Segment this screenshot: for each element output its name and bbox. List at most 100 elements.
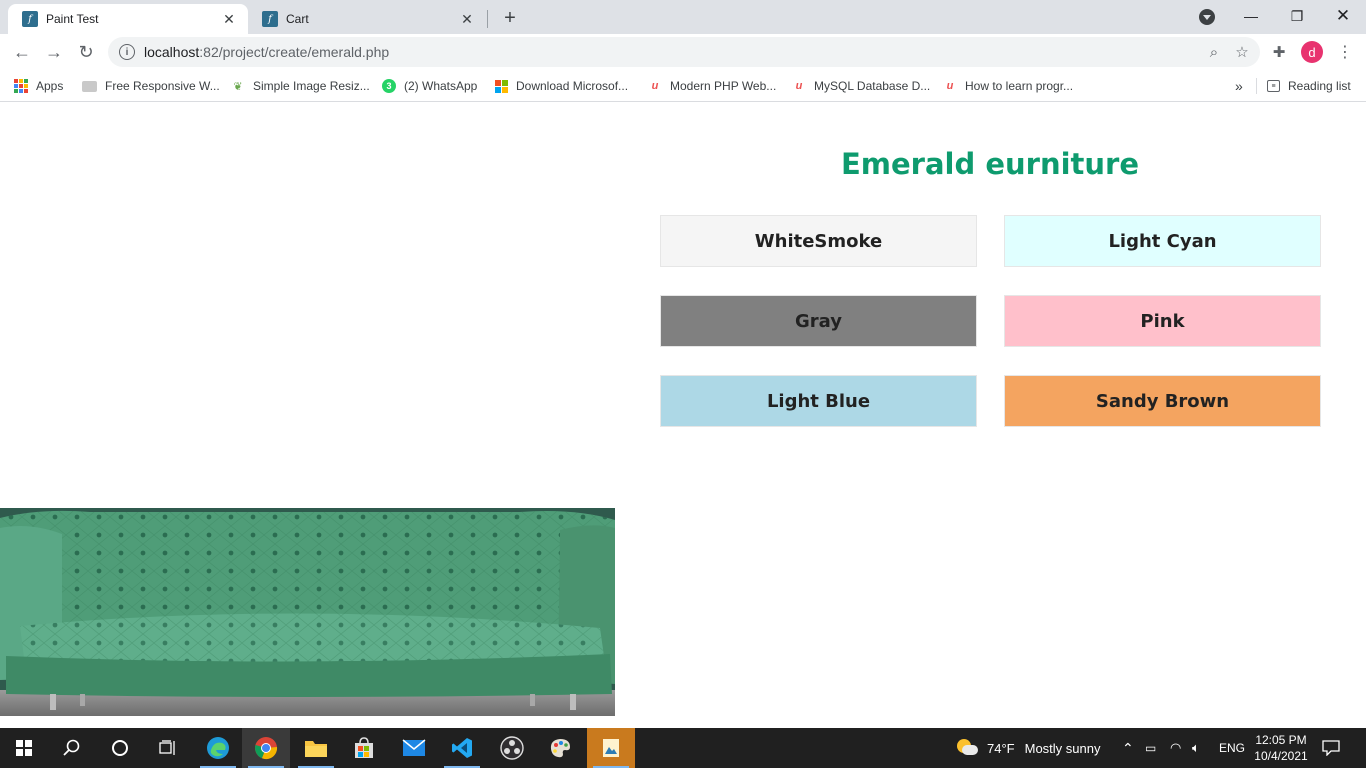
vscode-icon[interactable] bbox=[438, 728, 486, 768]
address-bar[interactable]: i localhost:82/project/create/emerald.ph… bbox=[108, 37, 1260, 67]
battery-icon[interactable]: ▭ bbox=[1145, 728, 1156, 768]
bookmarks-bar: Apps Free Responsive W... ❦ Simple Image… bbox=[0, 70, 1366, 102]
minimize-button[interactable]: — bbox=[1228, 0, 1274, 32]
volume-icon[interactable]: 🔈︎ bbox=[1192, 728, 1200, 768]
show-hidden-icons-chevron-icon[interactable]: ⌃ bbox=[1122, 728, 1134, 768]
bookmark-label: Modern PHP Web... bbox=[670, 79, 777, 93]
site-favicon-icon: f bbox=[22, 11, 38, 27]
sofa-leg bbox=[50, 694, 56, 710]
site-info-icon[interactable]: i bbox=[119, 44, 135, 60]
bookmark-whatsapp[interactable]: 3 (2) WhatsApp bbox=[382, 76, 477, 96]
back-button[interactable]: ← bbox=[8, 38, 36, 66]
bookmark-learn-programming[interactable]: u How to learn progr... bbox=[943, 76, 1073, 96]
sofa-leg bbox=[80, 694, 85, 706]
new-tab-button[interactable]: + bbox=[498, 6, 522, 30]
wifi-icon[interactable]: ◠ bbox=[1170, 728, 1181, 768]
bookmark-label: (2) WhatsApp bbox=[404, 79, 478, 93]
cortana-icon[interactable] bbox=[96, 728, 144, 768]
udemy-icon: u bbox=[946, 80, 954, 92]
tab-strip: f Paint Test ✕ f Cart ✕ + — ❐ ✕ bbox=[0, 0, 1366, 34]
close-tab-icon[interactable]: ✕ bbox=[458, 10, 476, 28]
reload-button[interactable]: ↻ bbox=[72, 38, 100, 66]
weather-widget[interactable]: 74°F Mostly sunny bbox=[957, 728, 1100, 768]
paint-icon[interactable] bbox=[536, 728, 584, 768]
task-view-icon[interactable] bbox=[144, 728, 192, 768]
tab-divider bbox=[487, 10, 488, 28]
url-host: localhost bbox=[144, 44, 200, 60]
site-favicon-icon: f bbox=[262, 11, 278, 27]
bookmark-star-icon[interactable]: ☆ bbox=[1228, 38, 1256, 66]
bookmark-mysql[interactable]: u MySQL Database D... bbox=[792, 76, 931, 96]
reading-list-icon: ≡ bbox=[1267, 80, 1280, 92]
sofa-image bbox=[0, 508, 615, 716]
sun-cloud-icon bbox=[957, 739, 979, 757]
bookmark-microsoft[interactable]: Download Microsof... bbox=[494, 76, 628, 96]
tab-title: Paint Test bbox=[46, 12, 99, 26]
file-explorer-icon[interactable] bbox=[292, 728, 340, 768]
sofa-leg bbox=[530, 694, 535, 706]
clock-time: 12:05 PM bbox=[1255, 733, 1307, 747]
udemy-icon: u bbox=[651, 80, 659, 92]
bookmark-label: Simple Image Resiz... bbox=[253, 79, 370, 93]
udemy-icon: u bbox=[795, 80, 803, 92]
url-text[interactable]: localhost:82/project/create/emerald.php bbox=[144, 44, 1200, 60]
image-viewer-icon[interactable] bbox=[587, 728, 635, 768]
bookmark-label: Free Responsive W... bbox=[105, 79, 220, 93]
browser-toolbar: ← → ↻ i localhost:82/project/create/emer… bbox=[0, 34, 1366, 70]
microsoft-store-icon[interactable] bbox=[340, 728, 388, 768]
url-path: :82/project/create/emerald.php bbox=[199, 44, 390, 60]
bookmark-apps[interactable]: Apps bbox=[14, 76, 63, 96]
tab-search-icon[interactable] bbox=[1199, 9, 1215, 25]
bookmark-label: MySQL Database D... bbox=[814, 79, 931, 93]
bookmark-label: Download Microsof... bbox=[516, 79, 629, 93]
color-option-gray[interactable]: Gray bbox=[660, 295, 977, 347]
whatsapp-icon: 3 bbox=[382, 79, 396, 93]
color-option-light-cyan[interactable]: Light Cyan bbox=[1004, 215, 1321, 267]
bookmark-label: How to learn progr... bbox=[965, 79, 1074, 93]
sofa-leg bbox=[570, 694, 576, 710]
tab-title: Cart bbox=[286, 12, 309, 26]
windows-taskbar: 74°F Mostly sunny ⌃ ▭ ◠ 🔈︎ ENG 12:05 PM … bbox=[0, 728, 1366, 768]
bookmark-image-resizer[interactable]: ❦ Simple Image Resiz... bbox=[231, 76, 370, 96]
microsoft-icon bbox=[494, 79, 508, 93]
bookmark-label: Apps bbox=[36, 79, 64, 93]
reading-list-button[interactable]: ≡ Reading list bbox=[1267, 76, 1351, 96]
edge-browser-icon[interactable] bbox=[194, 728, 242, 768]
weather-description: Mostly sunny bbox=[1024, 740, 1101, 756]
zoom-search-icon[interactable]: ⌕ bbox=[1200, 38, 1228, 66]
color-option-light-blue[interactable]: Light Blue bbox=[660, 375, 977, 427]
tufted-sofa-illustration bbox=[0, 508, 615, 716]
tab-paint-test[interactable]: f Paint Test ✕ bbox=[8, 4, 248, 34]
search-icon[interactable] bbox=[48, 728, 96, 768]
profile-avatar[interactable]: d bbox=[1301, 41, 1323, 63]
chrome-browser-icon[interactable] bbox=[242, 728, 290, 768]
close-tab-icon[interactable]: ✕ bbox=[220, 10, 238, 28]
chrome-menu-icon[interactable]: ⋮ bbox=[1331, 38, 1359, 66]
clock-date: 10/4/2021 bbox=[1254, 749, 1308, 763]
reading-list-label: Reading list bbox=[1288, 79, 1351, 93]
windows-start-icon[interactable] bbox=[0, 728, 48, 768]
more-bookmarks-chevron-icon[interactable]: » bbox=[1235, 76, 1243, 96]
bookmarks-divider bbox=[1256, 78, 1257, 94]
language-indicator[interactable]: ENG bbox=[1219, 728, 1245, 768]
forward-button[interactable]: → bbox=[40, 38, 68, 66]
mail-icon[interactable] bbox=[390, 728, 438, 768]
bookmark-modern-php[interactable]: u Modern PHP Web... bbox=[648, 76, 777, 96]
leaf-icon: ❦ bbox=[233, 80, 243, 93]
site-icon bbox=[82, 80, 97, 92]
obs-studio-icon[interactable] bbox=[488, 728, 536, 768]
restore-button[interactable]: ❐ bbox=[1274, 0, 1320, 32]
page-content: Emerald eurniture WhiteSmoke Light Cyan … bbox=[0, 103, 1366, 728]
tab-cart[interactable]: f Cart ✕ bbox=[248, 4, 486, 34]
color-option-pink[interactable]: Pink bbox=[1004, 295, 1321, 347]
color-option-sandy-brown[interactable]: Sandy Brown bbox=[1004, 375, 1321, 427]
notifications-icon[interactable] bbox=[1322, 728, 1340, 768]
close-window-button[interactable]: ✕ bbox=[1320, 0, 1366, 32]
extensions-puzzle-icon[interactable]: ✚ bbox=[1265, 38, 1293, 66]
weather-temperature: 74°F bbox=[987, 740, 1015, 756]
bookmark-free-responsive[interactable]: Free Responsive W... bbox=[82, 76, 220, 96]
system-clock[interactable]: 12:05 PM 10/4/2021 bbox=[1250, 732, 1312, 764]
page-title: Emerald eurniture bbox=[840, 147, 1140, 181]
apps-grid-icon bbox=[14, 79, 28, 93]
color-option-whitesmoke[interactable]: WhiteSmoke bbox=[660, 215, 977, 267]
